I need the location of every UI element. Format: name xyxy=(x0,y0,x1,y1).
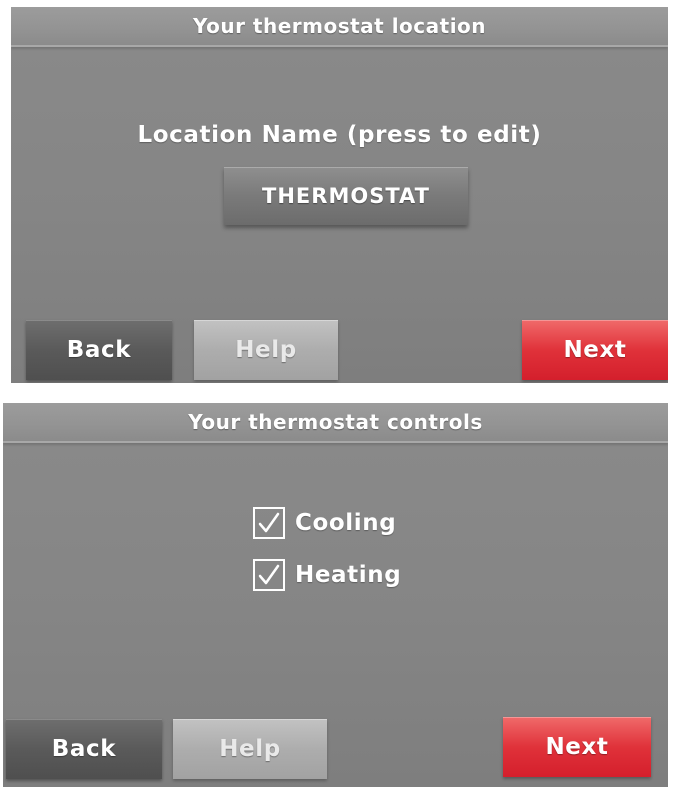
help-button[interactable]: Help xyxy=(194,320,338,380)
cooling-checkbox[interactable] xyxy=(253,507,285,539)
heating-option[interactable]: Heating xyxy=(253,555,401,595)
location-name-button[interactable]: THERMOSTAT xyxy=(224,167,468,225)
screen-title: Your thermostat location xyxy=(192,14,487,38)
thermostat-location-screen: Your thermostat location Location Name (… xyxy=(11,7,668,383)
cooling-label: Cooling xyxy=(295,510,397,536)
next-button[interactable]: Next xyxy=(522,320,668,380)
help-button[interactable]: Help xyxy=(173,719,327,779)
back-button[interactable]: Back xyxy=(26,320,172,380)
heating-checkbox[interactable] xyxy=(253,559,285,591)
title-bar: Your thermostat controls xyxy=(3,403,668,443)
heating-label: Heating xyxy=(295,562,402,588)
next-button[interactable]: Next xyxy=(503,717,651,777)
thermostat-controls-screen: Your thermostat controls Cooling Heating… xyxy=(3,403,668,787)
title-bar: Your thermostat location xyxy=(11,7,668,47)
screen-title: Your thermostat controls xyxy=(188,410,483,434)
location-name-label: Location Name (press to edit) xyxy=(137,122,542,148)
cooling-option[interactable]: Cooling xyxy=(253,503,396,543)
checkmark-icon xyxy=(258,512,280,533)
checkmark-icon xyxy=(258,564,280,585)
back-button[interactable]: Back xyxy=(6,719,162,779)
